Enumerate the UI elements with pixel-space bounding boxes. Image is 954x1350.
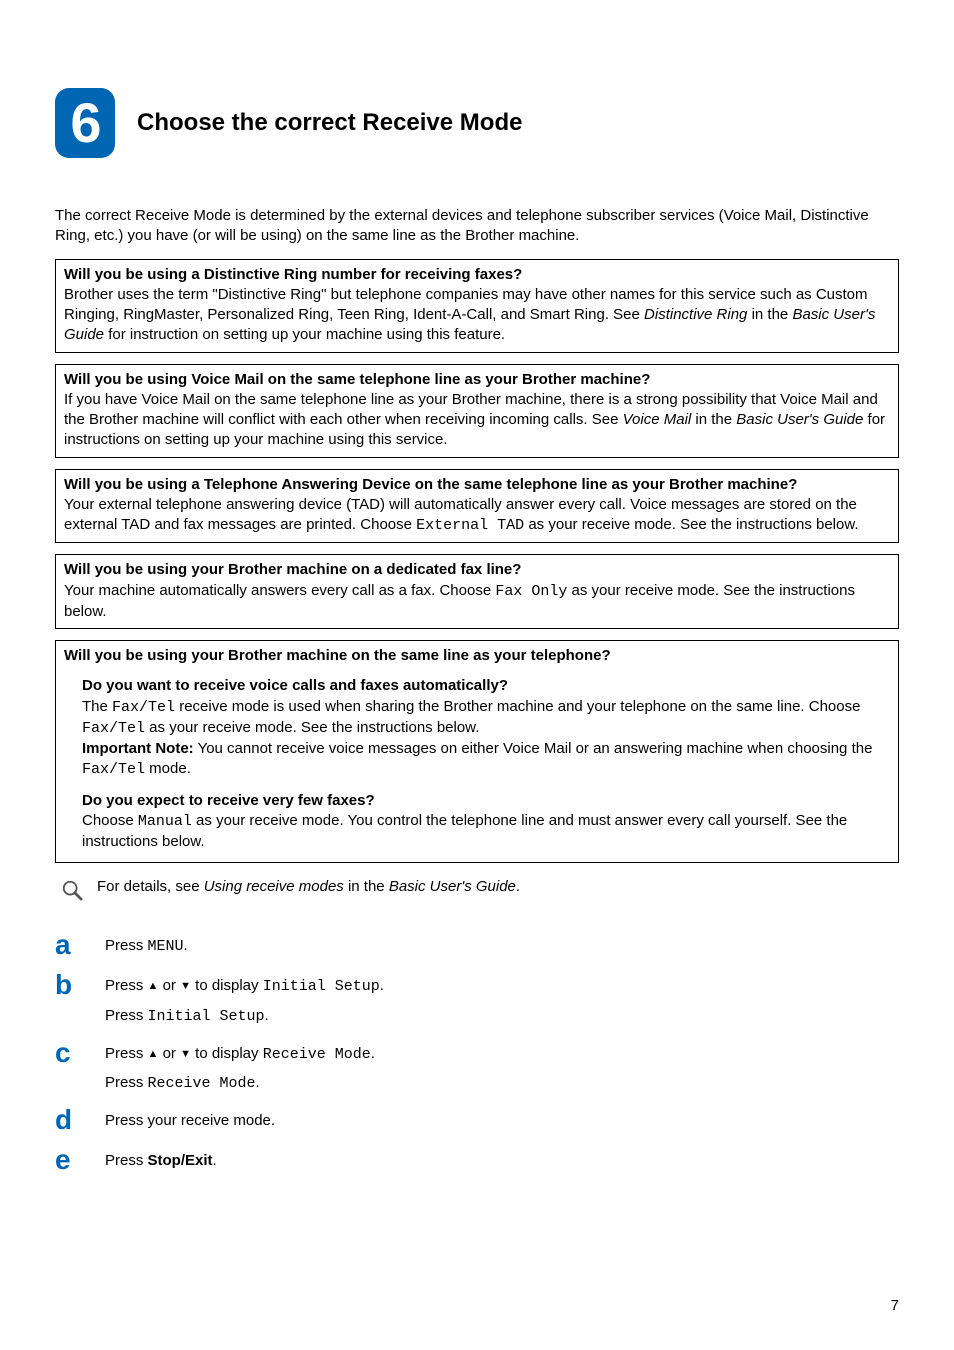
step-body: Press ▲ or ▼ to display Receive Mode. Pr… [105,1039,899,1095]
magnifier-icon [61,879,83,901]
step-a: a Press MENU. [55,931,899,959]
answer-text: Brother uses the term "Distinctive Ring"… [64,285,890,346]
step-d: d Press your receive mode. [55,1106,899,1134]
section-header: 6 Choose the correct Receive Mode [55,88,899,158]
sub-question-few-faxes: Do you expect to receive very few faxes?… [82,791,890,853]
step-c: c Press ▲ or ▼ to display Receive Mode. … [55,1039,899,1095]
up-arrow-icon: ▲ [148,980,159,992]
step-body: Press Stop/Exit. [105,1146,899,1171]
sub-answer-text: Choose Manual as your receive mode. You … [82,811,890,853]
question-text: Will you be using your Brother machine o… [64,646,890,666]
question-box-voice-mail: Will you be using Voice Mail on the same… [55,364,899,458]
step-b: b Press ▲ or ▼ to display Initial Setup.… [55,971,899,1027]
up-arrow-icon: ▲ [148,1048,159,1060]
sub-question-text: Do you want to receive voice calls and f… [82,676,890,696]
step-letter: e [55,1146,79,1174]
answer-text: Your machine automatically answers every… [64,581,890,623]
sub-question-text: Do you expect to receive very few faxes? [82,791,890,811]
question-box-tad: Will you be using a Telephone Answering … [55,469,899,544]
step-letter: a [55,931,79,959]
question-text: Will you be using Voice Mail on the same… [64,370,890,390]
important-note: Important Note: You cannot receive voice… [82,739,890,781]
step-letter: c [55,1039,79,1067]
question-text: Will you be using a Telephone Answering … [64,475,890,495]
question-box-distinctive-ring: Will you be using a Distinctive Ring num… [55,259,899,353]
answer-text: Your external telephone answering device… [64,495,890,537]
step-e: e Press Stop/Exit. [55,1146,899,1174]
step-body: Press ▲ or ▼ to display Initial Setup. P… [105,971,899,1027]
intro-paragraph: The correct Receive Mode is determined b… [55,206,899,247]
sub-question-auto: Do you want to receive voice calls and f… [82,676,890,780]
down-arrow-icon: ▼ [180,1048,191,1060]
step-letter: d [55,1106,79,1134]
answer-text: If you have Voice Mail on the same telep… [64,390,890,451]
step-body: Press your receive mode. [105,1106,899,1131]
document-page: 6 Choose the correct Receive Mode The co… [0,0,954,1350]
sub-answer-text: The Fax/Tel receive mode is used when sh… [82,697,890,740]
page-number: 7 [891,1296,899,1316]
question-box-same-line: Will you be using your Brother machine o… [55,640,899,863]
instruction-steps: a Press MENU. b Press ▲ or ▼ to display … [55,931,899,1174]
section-title: Choose the correct Receive Mode [137,107,522,139]
step-number-badge: 6 [55,88,115,158]
question-box-dedicated-fax: Will you be using your Brother machine o… [55,554,899,629]
step-letter: b [55,971,79,999]
down-arrow-icon: ▼ [180,980,191,992]
step-number: 6 [70,95,99,151]
detail-note-text: For details, see Using receive modes in … [97,877,520,897]
question-text: Will you be using a Distinctive Ring num… [64,265,890,285]
question-text: Will you be using your Brother machine o… [64,560,890,580]
detail-note: For details, see Using receive modes in … [61,877,899,901]
step-body: Press MENU. [105,931,899,957]
